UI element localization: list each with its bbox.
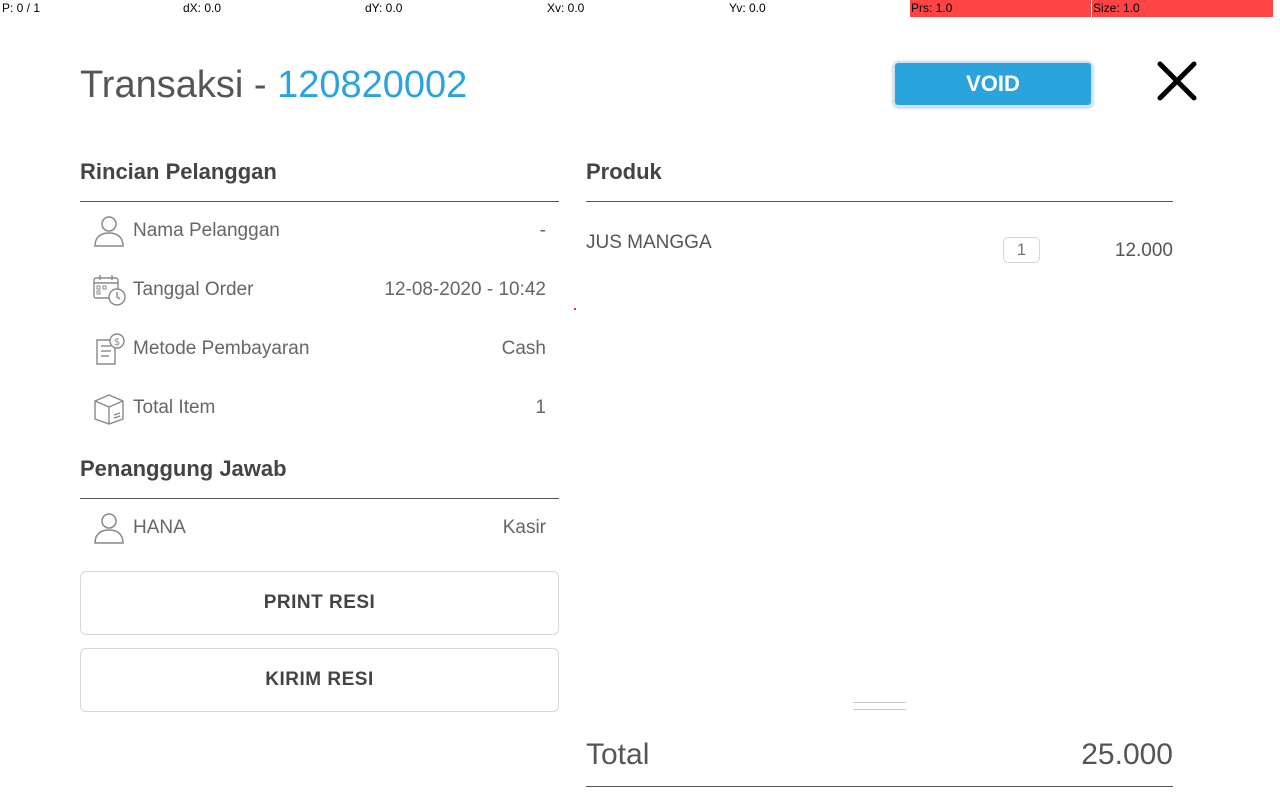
debug-size: Size: 1.0 [1093, 1, 1140, 15]
product-name: JUS MANGGA [586, 232, 712, 253]
customer-name-label: Nama Pelanggan [133, 220, 280, 241]
debug-pointers: P: 0 / 1 [2, 1, 41, 15]
responsible-section-title: Penanggung Jawab [80, 456, 287, 481]
debug-overlay: P: 0 / 1 dX: 0.0 dY: 0.0 Xv: 0.0 Yv: 0.0… [0, 0, 1280, 17]
box-icon [94, 394, 124, 425]
page-title: Transaksi - 120820002 [80, 64, 467, 107]
responsible-role: Kasir [502, 517, 546, 538]
customer-section-title: Rincian Pelanggan [80, 159, 277, 184]
send-receipt-button[interactable]: KIRIM RESI [80, 648, 559, 712]
total-label: Total [586, 738, 650, 771]
total-value: 25.000 [1081, 738, 1173, 771]
total-item-value: 1 [535, 397, 546, 418]
touch-point-marker [574, 308, 576, 310]
title-prefix: Transaksi - [80, 64, 278, 106]
order-date-label: Tanggal Order [133, 279, 254, 300]
responsible-divider [80, 498, 559, 499]
customer-divider [80, 201, 559, 202]
total-item-row: Total Item 1 [80, 387, 546, 431]
print-receipt-button[interactable]: PRINT RESI [80, 571, 559, 635]
user-icon [94, 513, 124, 544]
debug-xv: Xv: 0.0 [547, 1, 585, 15]
products-section-title: Produk [586, 159, 662, 184]
svg-text:$: $ [114, 337, 120, 348]
drag-handle-top[interactable] [853, 702, 906, 703]
drag-handle-bottom[interactable] [853, 709, 906, 710]
responsible-row: HANA Kasir [80, 507, 546, 551]
payment-method-label: Metode Pembayaran [133, 338, 310, 359]
order-date-value: 12-08-2020 - 10:42 [384, 279, 546, 300]
debug-dy: dY: 0.0 [365, 1, 403, 15]
close-button[interactable] [1156, 60, 1198, 102]
responsible-name: HANA [133, 517, 186, 538]
order-date-row: Tanggal Order 12-08-2020 - 10:42 [80, 269, 546, 313]
debug-yv: Yv: 0.0 [729, 1, 766, 15]
calendar-clock-icon [93, 275, 126, 306]
transaction-id: 120820002 [277, 64, 468, 106]
product-price: 12.000 [1114, 240, 1173, 261]
products-divider [586, 201, 1173, 202]
customer-name-row: Nama Pelanggan - [80, 210, 546, 254]
customer-name-value: - [539, 220, 546, 241]
payment-method-value: Cash [501, 338, 546, 359]
total-divider [586, 786, 1173, 787]
user-icon [94, 216, 124, 247]
void-button[interactable]: VOID [893, 61, 1093, 107]
debug-prs: Prs: 1.0 [911, 1, 953, 15]
receipt-dollar-icon: $ [96, 333, 125, 365]
debug-dx: dX: 0.0 [183, 1, 222, 15]
total-item-label: Total Item [133, 397, 216, 418]
payment-method-row: $ Metode Pembayaran Cash [80, 328, 546, 372]
close-icon [1157, 61, 1197, 101]
product-qty[interactable]: 1 [1003, 237, 1040, 263]
